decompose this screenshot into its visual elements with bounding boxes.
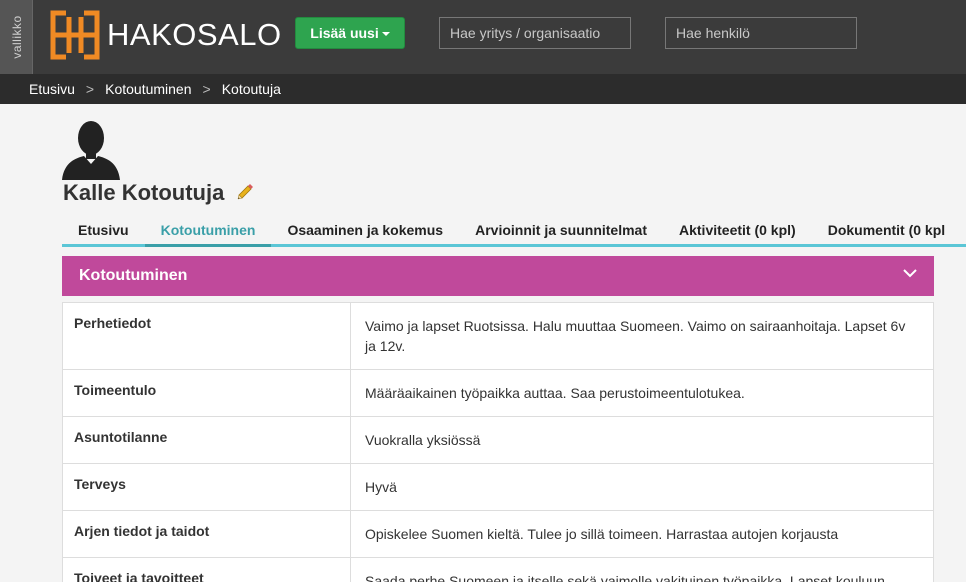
row-value: Saada perhe Suomeen ja itselle sekä vaim… bbox=[365, 573, 889, 582]
profile-name-text: Kalle Kotoutuja bbox=[63, 180, 225, 205]
row-value: Vuokralla yksiössä bbox=[365, 432, 481, 448]
caret-down-icon bbox=[381, 32, 390, 36]
breadcrumb: Etusivu > Kotoutuminen > Kotoutuja bbox=[0, 74, 966, 104]
profile-tabs: Etusivu Kotoutuminen Osaaminen ja kokemu… bbox=[62, 214, 966, 247]
tab-skills-experience[interactable]: Osaaminen ja kokemus bbox=[271, 214, 459, 244]
breadcrumb-separator: > bbox=[85, 81, 95, 97]
add-new-button[interactable]: Lisää uusi bbox=[295, 17, 405, 49]
row-value: Määräaikainen työpaikka auttaa. Saa peru… bbox=[365, 385, 745, 401]
chevron-down-icon[interactable] bbox=[902, 267, 918, 279]
row-value: Hyvä bbox=[365, 479, 397, 495]
breadcrumb-item-home[interactable]: Etusivu bbox=[29, 81, 75, 97]
panel-title: Kotoutuminen bbox=[79, 267, 188, 284]
row-label: Toiveet ja tavoitteet bbox=[63, 558, 351, 582]
table-row: Asuntotilanne Vuokralla yksiössä bbox=[63, 417, 933, 464]
table-row: Perhetiedot Vaimo ja lapset Ruotsissa. H… bbox=[63, 303, 933, 370]
table-row: Arjen tiedot ja taidot Opiskelee Suomen … bbox=[63, 511, 933, 558]
row-label: Toimeentulo bbox=[63, 370, 351, 416]
integration-details-table: Perhetiedot Vaimo ja lapset Ruotsissa. H… bbox=[62, 302, 934, 582]
row-label: Perhetiedot bbox=[63, 303, 351, 369]
tab-assessments-plans[interactable]: Arvioinnit ja suunnitelmat bbox=[459, 214, 663, 244]
breadcrumb-separator: > bbox=[202, 81, 211, 97]
sidebar-toggle[interactable]: vallikko bbox=[0, 0, 33, 74]
profile-name: Kalle Kotoutuja bbox=[63, 180, 254, 206]
panel-header-integration[interactable]: Kotoutuminen bbox=[62, 256, 934, 296]
edit-pencil-icon[interactable] bbox=[236, 180, 254, 206]
brand-name: HAKOSALO bbox=[107, 17, 282, 52]
tab-documents[interactable]: Dokumentit (0 kpl bbox=[812, 214, 961, 244]
row-label: Terveys bbox=[63, 464, 351, 510]
table-row: Toimeentulo Määräaikainen työpaikka autt… bbox=[63, 370, 933, 417]
table-row: Toiveet ja tavoitteet Saada perhe Suomee… bbox=[63, 558, 933, 582]
row-value: Opiskelee Suomen kieltä. Tulee jo sillä … bbox=[365, 526, 839, 542]
table-row: Terveys Hyvä bbox=[63, 464, 933, 511]
brand-logo[interactable]: HAKOSALO bbox=[49, 9, 282, 61]
add-new-label: Lisää uusi bbox=[310, 25, 379, 41]
row-label: Asuntotilanne bbox=[63, 417, 351, 463]
row-value: Vaimo ja lapset Ruotsissa. Halu muuttaa … bbox=[365, 318, 906, 354]
row-label: Arjen tiedot ja taidot bbox=[63, 511, 351, 557]
breadcrumb-item-current: Kotoutuja bbox=[221, 81, 281, 97]
avatar bbox=[62, 121, 120, 180]
search-person-input[interactable] bbox=[665, 17, 857, 49]
sidebar-toggle-label: vallikko bbox=[10, 15, 24, 59]
tab-home[interactable]: Etusivu bbox=[62, 214, 145, 244]
hakosalo-logo-icon bbox=[50, 9, 100, 61]
top-bar: vallikko HAKOSALO Lisää uusi bbox=[0, 0, 966, 74]
tab-integration[interactable]: Kotoutuminen bbox=[144, 214, 272, 247]
search-organization-input[interactable] bbox=[439, 17, 631, 49]
tab-activities[interactable]: Aktiviteetit (0 kpl) bbox=[663, 214, 812, 244]
breadcrumb-item-integration[interactable]: Kotoutuminen bbox=[105, 81, 191, 97]
